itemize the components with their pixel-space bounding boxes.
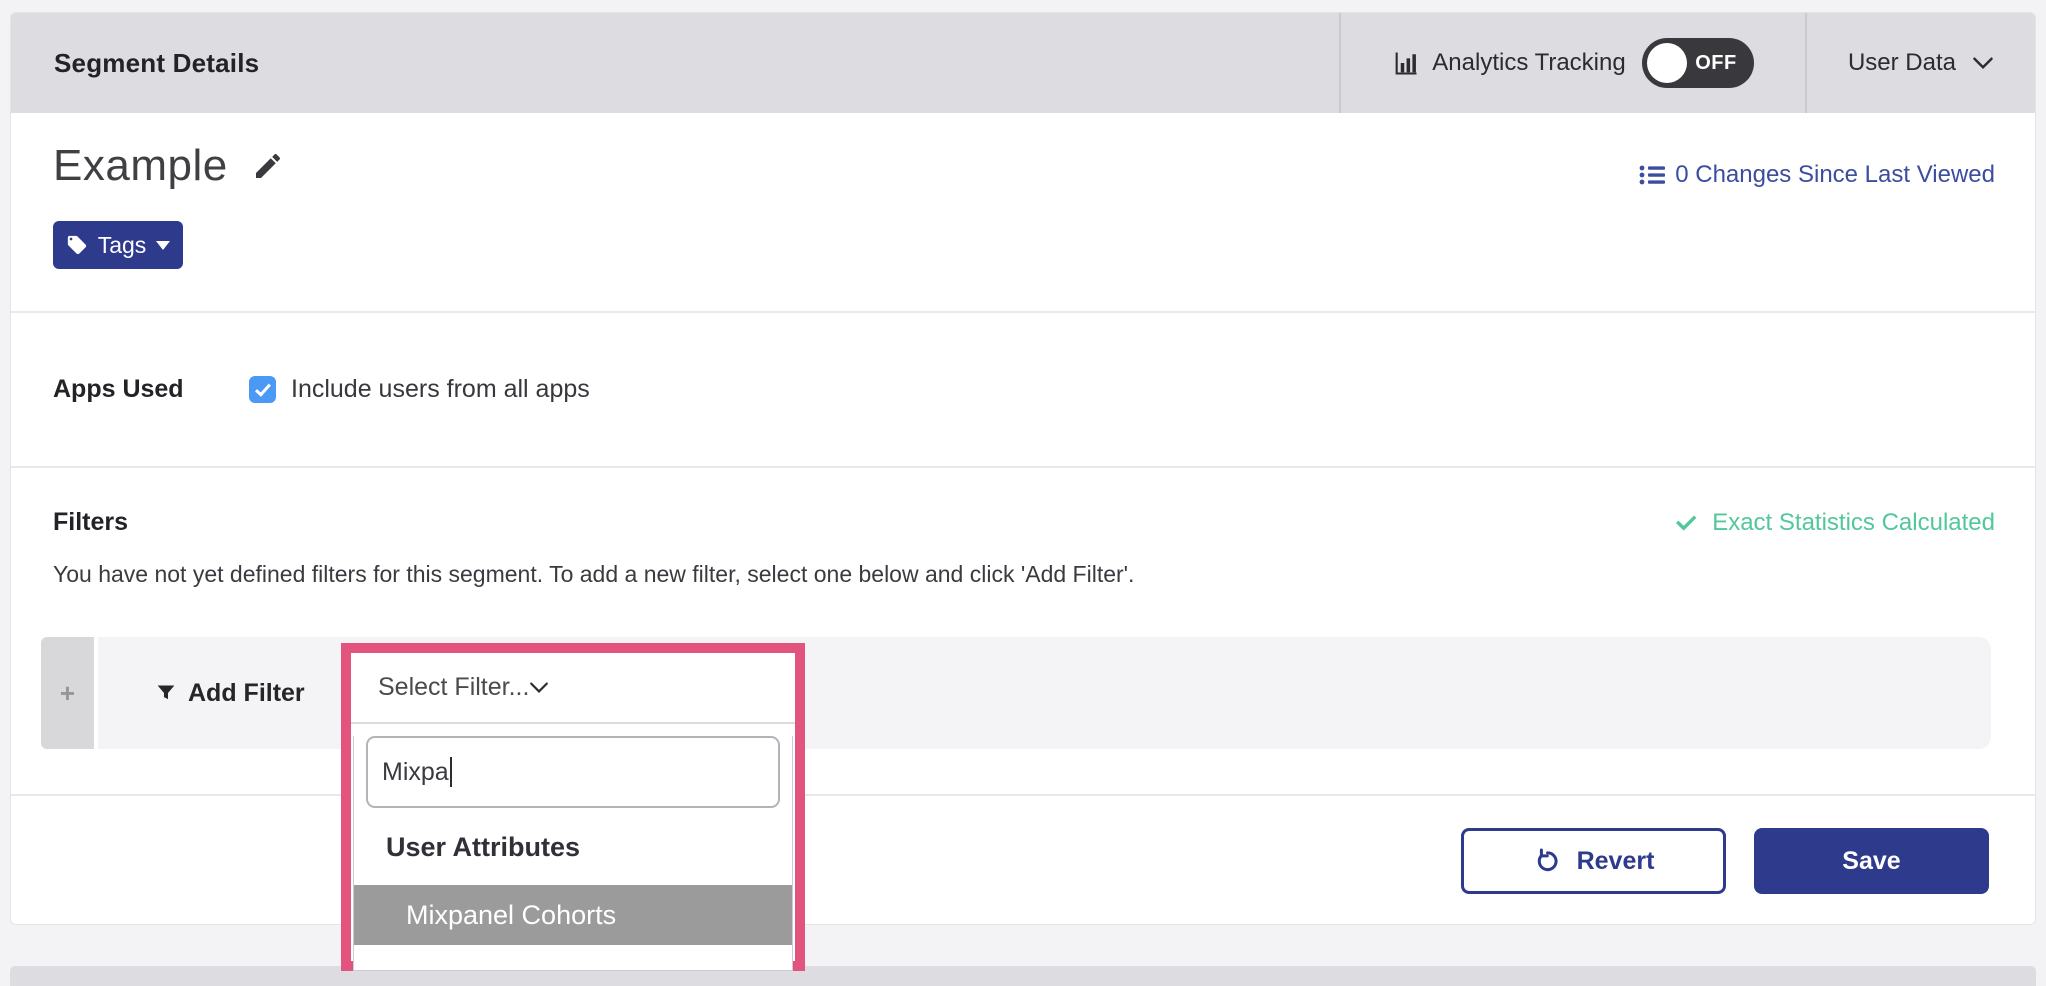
include-all-apps-label: Include users from all apps: [291, 375, 590, 404]
add-filter-label-wrap: Add Filter: [156, 679, 305, 708]
filter-select-control[interactable]: Select Filter...: [351, 653, 795, 724]
changes-since-last-viewed-link[interactable]: 0 Changes Since Last Viewed: [1639, 161, 1995, 189]
chevron-down-icon: [529, 681, 549, 694]
include-all-apps-checkbox[interactable]: [249, 376, 276, 403]
changes-link-text: 0 Changes Since Last Viewed: [1675, 161, 1995, 189]
filters-status: Exact Statistics Calculated: [1676, 509, 1995, 537]
filter-select-dropdown-highlight: Select Filter... Mixpa User Attributes M…: [341, 643, 805, 971]
revert-button[interactable]: Revert: [1461, 828, 1726, 894]
tags-button[interactable]: Tags: [53, 221, 183, 269]
page-title: Segment Details: [54, 48, 259, 79]
chevron-down-icon: [1972, 56, 1994, 70]
analytics-tracking-label-wrap: Analytics Tracking: [1392, 49, 1625, 77]
filters-heading: Filters: [53, 508, 128, 537]
user-data-dropdown[interactable]: User Data: [1805, 13, 2035, 113]
bar-chart-icon: [1392, 49, 1420, 77]
tags-button-label: Tags: [98, 232, 147, 259]
actions-bar: Revert Save: [11, 794, 2035, 926]
segment-details-card: Segment Details Analytics Tracking: [10, 12, 2036, 925]
segment-details-page: Segment Details Analytics Tracking: [0, 0, 2046, 986]
tag-icon: [66, 234, 88, 256]
next-card-header-band: [10, 966, 2036, 986]
caret-down-icon: [156, 241, 170, 250]
analytics-tracking-label: Analytics Tracking: [1432, 49, 1625, 77]
filters-section: Filters Exact Statistics Calculated You …: [11, 466, 2035, 794]
add-filter-plus-button[interactable]: +: [41, 637, 94, 749]
apps-used-section: Apps Used Include users from all apps: [11, 311, 2035, 466]
segment-name: Example: [53, 141, 228, 191]
segment-name-section: Example 0 Changes Since Last Viewed: [11, 113, 2035, 311]
analytics-tracking-section: Analytics Tracking OFF: [1339, 13, 1805, 113]
check-icon: [1676, 513, 1700, 533]
checkmark-icon: [255, 380, 271, 397]
page-title-wrap: Segment Details: [11, 13, 1339, 113]
save-button-label: Save: [1842, 847, 1900, 876]
text-cursor: [450, 757, 452, 787]
undo-icon: [1533, 847, 1561, 875]
plus-icon: +: [60, 678, 75, 709]
filters-head-row: Filters Exact Statistics Calculated: [11, 468, 2035, 537]
filters-description: You have not yet defined filters for thi…: [11, 537, 2035, 588]
filter-funnel-icon: [156, 683, 176, 703]
filter-select-menu: Mixpa User Attributes Mixpanel Cohorts: [353, 736, 793, 971]
filter-select-value: Select Filter...: [378, 673, 529, 702]
analytics-tracking-toggle[interactable]: OFF: [1642, 38, 1754, 88]
toggle-state-label: OFF: [1695, 52, 1737, 75]
toggle-knob: [1647, 43, 1687, 83]
card-header: Segment Details Analytics Tracking: [11, 13, 2035, 113]
add-filter-row: + Add Filter: [41, 637, 1991, 749]
add-filter-label: Add Filter: [188, 679, 305, 708]
edit-pencil-icon[interactable]: [252, 150, 284, 182]
apps-used-label: Apps Used: [53, 375, 249, 404]
change-list-icon: [1639, 164, 1665, 186]
user-data-label: User Data: [1848, 49, 1956, 77]
filter-option-mixpanel-cohorts[interactable]: Mixpanel Cohorts: [354, 885, 792, 945]
filter-search-value: Mixpa: [382, 758, 449, 787]
save-button[interactable]: Save: [1754, 828, 1989, 894]
filter-search-input[interactable]: Mixpa: [366, 736, 780, 808]
filters-status-text: Exact Statistics Calculated: [1712, 509, 1995, 537]
revert-button-label: Revert: [1577, 847, 1655, 876]
filter-group-header: User Attributes: [354, 832, 792, 863]
